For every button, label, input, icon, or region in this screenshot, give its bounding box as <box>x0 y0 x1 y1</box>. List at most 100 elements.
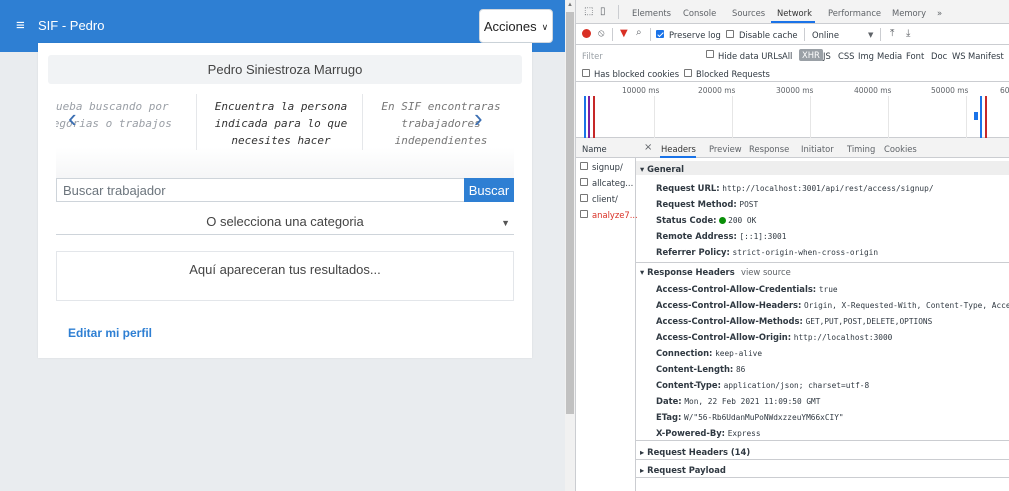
detail-tab-cookies[interactable]: Cookies <box>884 144 917 154</box>
filter-type-js[interactable]: JS <box>823 51 831 61</box>
filter-type-xhr[interactable]: XHR <box>799 49 823 61</box>
request-type-icon <box>580 162 588 170</box>
clear-icon[interactable]: ⦸ <box>598 29 605 39</box>
detail-tab-timing[interactable]: Timing <box>847 144 875 154</box>
brand-title[interactable]: SIF - Pedro <box>38 18 104 33</box>
remote-address-value: [::1]:3001 <box>739 232 787 241</box>
inspect-element-icon[interactable]: ⬚ <box>584 7 593 17</box>
scroll-up-icon[interactable]: ▲ <box>565 2 575 8</box>
scrollbar-thumb[interactable] <box>566 12 574 414</box>
request-row[interactable]: signup/ <box>576 159 636 173</box>
more-tabs[interactable]: » <box>937 8 942 18</box>
edit-profile-link[interactable]: Editar mi perfil <box>68 326 152 340</box>
device-toolbar-icon[interactable]: ▯ <box>600 7 606 17</box>
section-divider <box>636 262 1009 263</box>
filter-type-ws[interactable]: WS <box>952 51 966 61</box>
filter-type-img[interactable]: Img <box>858 51 874 61</box>
response-header-key: Content-Length: <box>656 364 734 374</box>
response-header-value: W/"56-Rb6UdanMuPoNWdxzzeuYM66xCIY" <box>684 413 844 422</box>
disclosure-triangle-right-icon: ▸ <box>640 465 645 475</box>
tab-console[interactable]: Console <box>683 8 716 18</box>
app-viewport: ≡ SIF - Pedro Acciones ∨ Pedro Siniestro… <box>0 0 565 491</box>
disclosure-triangle-icon: ▾ <box>640 164 645 174</box>
detail-tab-response[interactable]: Response <box>749 144 789 154</box>
has-blocked-cookies-checkbox[interactable] <box>582 69 590 77</box>
general-title: General <box>647 164 684 174</box>
actions-dropdown-button[interactable]: Acciones ∨ <box>479 9 553 43</box>
response-header-row: Access-Control-Allow-Headers: Origin, X-… <box>656 300 1009 310</box>
hide-data-urls-checkbox[interactable] <box>706 50 714 58</box>
tab-elements[interactable]: Elements <box>632 8 671 18</box>
request-row[interactable]: analyze7... <box>576 207 638 221</box>
search-button[interactable]: Buscar <box>464 178 514 202</box>
disclosure-triangle-right-icon: ▸ <box>640 447 645 457</box>
hamburger-menu-icon[interactable]: ≡ <box>16 16 25 36</box>
request-detail-pane: × Headers Preview Response Initiator Tim… <box>636 138 1009 491</box>
filter-type-css[interactable]: CSS <box>838 51 854 61</box>
response-header-row: Date: Mon, 22 Feb 2021 11:09:50 GMT <box>656 396 820 406</box>
timeline-marker <box>980 96 982 138</box>
filter-type-doc[interactable]: Doc <box>931 51 947 61</box>
throttle-caret-icon[interactable]: ▼ <box>868 30 873 40</box>
response-header-key: ETag: <box>656 412 682 422</box>
status-code-value: 200 OK <box>728 216 757 225</box>
status-code-key: Status Code: <box>656 215 717 225</box>
detail-tab-preview[interactable]: Preview <box>709 144 742 154</box>
general-section-header[interactable]: ▾ General <box>636 161 1009 175</box>
preserve-log-label: Preserve log <box>669 30 721 40</box>
chevron-down-icon: ∨ <box>541 21 549 32</box>
carousel-prev-icon[interactable]: ‹ <box>68 100 77 136</box>
import-har-icon[interactable]: ⤒ <box>890 29 894 39</box>
section-divider <box>636 440 1009 441</box>
name-column-header[interactable]: Name <box>576 138 636 158</box>
response-header-value: GET,PUT,POST,DELETE,OPTIONS <box>805 317 933 326</box>
filter-type-all[interactable]: All <box>782 51 792 61</box>
close-detail-icon[interactable]: × <box>644 142 652 153</box>
filter-row: Filter Hide data URLs All XHR JS CSS Img… <box>576 46 1009 64</box>
export-har-icon[interactable]: ⤓ <box>906 29 910 39</box>
referrer-policy-row: Referrer Policy: strict-origin-when-cros… <box>656 247 878 257</box>
request-row[interactable]: client/ <box>576 191 636 205</box>
response-headers-section-header[interactable]: ▾ Response Headers view source <box>636 264 1009 278</box>
referrer-policy-value: strict-origin-when-cross-origin <box>732 248 879 257</box>
network-overview-timeline[interactable]: 10000 ms 20000 ms 30000 ms 40000 ms 5000… <box>576 82 1009 138</box>
preserve-log-checkbox[interactable] <box>656 30 664 38</box>
search-icon[interactable]: ⌕ <box>636 28 642 38</box>
filter-type-media[interactable]: Media <box>877 51 902 61</box>
filter-type-manifest[interactable]: Manifest <box>968 51 1004 61</box>
page-scrollbar[interactable]: ▲ <box>565 0 575 491</box>
throttle-select[interactable]: Online <box>812 30 839 40</box>
request-headers-section-header[interactable]: ▸ Request Headers (14) <box>636 444 1009 458</box>
category-select[interactable]: O selecciona una categoria ▼ <box>56 209 514 235</box>
detail-tab-initiator[interactable]: Initiator <box>801 144 834 154</box>
tab-sources[interactable]: Sources <box>732 8 765 18</box>
search-row: Buscar <box>56 178 514 202</box>
tab-memory[interactable]: Memory <box>892 8 926 18</box>
toolbar-separator <box>650 28 651 41</box>
request-name: signup/ <box>592 162 623 172</box>
timeline-tick: 40000 ms <box>854 86 892 95</box>
filter-input[interactable]: Filter <box>582 51 603 61</box>
request-payload-section-header[interactable]: ▸ Request Payload <box>636 462 1009 476</box>
request-type-icon <box>580 194 588 202</box>
detail-tab-headers[interactable]: Headers <box>661 144 696 154</box>
response-header-value: true <box>818 285 838 294</box>
disable-cache-checkbox[interactable] <box>726 30 734 38</box>
tab-network[interactable]: Network <box>777 8 812 18</box>
timeline-tick: 20000 ms <box>698 86 736 95</box>
response-header-key: Access-Control-Allow-Methods: <box>656 316 803 326</box>
carousel-next-icon[interactable]: › <box>474 100 483 136</box>
request-row[interactable]: allcateg... <box>576 175 636 189</box>
timeline-tick: 10000 ms <box>622 86 660 95</box>
record-icon[interactable] <box>582 29 591 38</box>
tab-performance[interactable]: Performance <box>828 8 881 18</box>
filter-type-font[interactable]: Font <box>906 51 924 61</box>
filter-icon[interactable]: ▼ <box>620 29 628 39</box>
disable-cache-label: Disable cache <box>739 30 798 40</box>
view-source-link[interactable]: view source <box>741 267 791 277</box>
response-headers-title: Response Headers <box>647 267 735 277</box>
search-worker-input[interactable] <box>56 178 464 202</box>
blocked-requests-checkbox[interactable] <box>684 69 692 77</box>
caret-down-icon: ▼ <box>501 218 510 228</box>
response-header-value: application/json; charset=utf-8 <box>723 381 870 390</box>
